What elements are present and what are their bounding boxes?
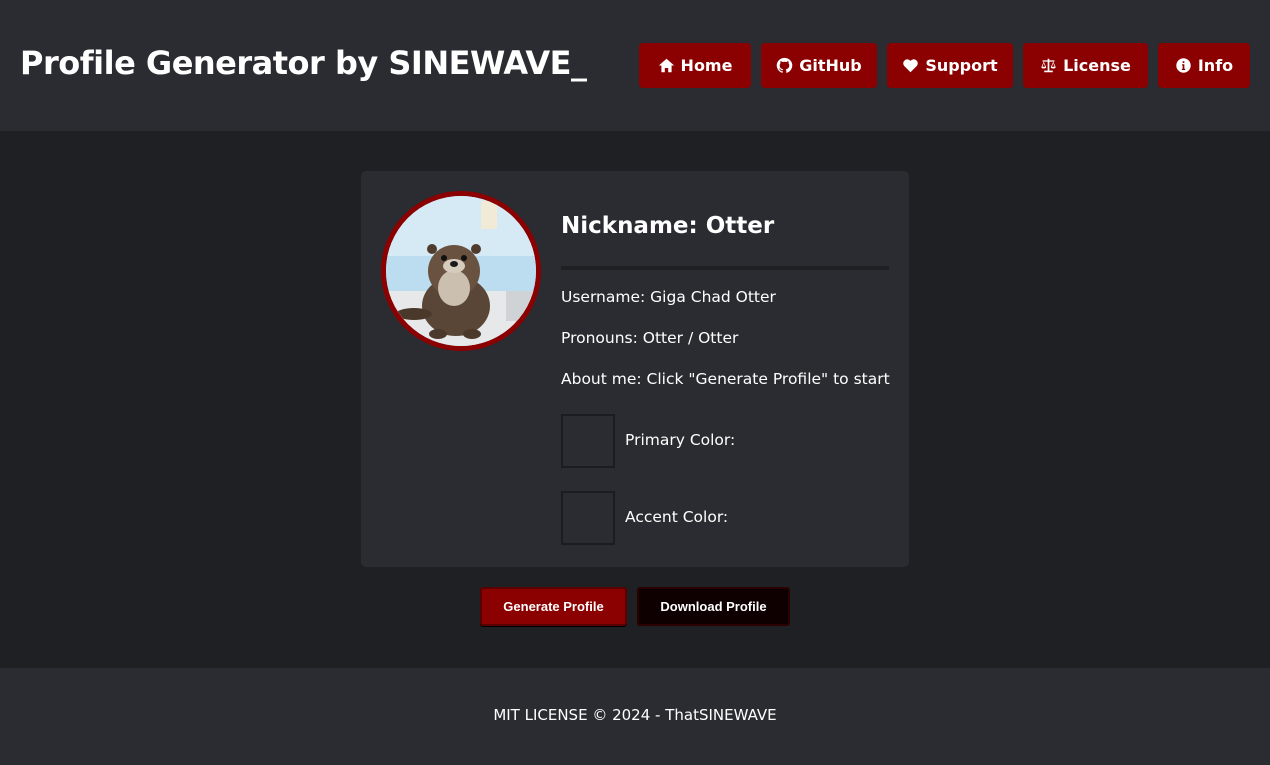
nav-github-label: GitHub [799, 56, 862, 75]
accent-color-swatch [561, 491, 615, 545]
profile-pronouns: Pronouns: Otter / Otter [561, 329, 739, 347]
info-icon [1176, 58, 1191, 73]
home-icon [658, 58, 674, 73]
profile-avatar [381, 191, 541, 351]
accent-color-label: Accent Color: [625, 508, 729, 526]
nav-info-button[interactable]: Info [1158, 43, 1250, 88]
nav-info-label: Info [1197, 56, 1234, 75]
site-title: Profile Generator by SINEWAVE_ [20, 44, 587, 82]
nav-license-button[interactable]: License [1023, 43, 1148, 88]
heart-icon [903, 59, 919, 73]
nav-license-label: License [1063, 56, 1131, 75]
nav-home-label: Home [680, 56, 733, 75]
profile-divider [561, 266, 889, 270]
main-content: Nickname: Otter Username: Giga Chad Otte… [0, 131, 1270, 668]
profile-nickname: Nickname: Otter [561, 213, 775, 239]
scale-icon [1041, 58, 1056, 73]
site-footer: MIT LICENSE © 2024 - ThatSINEWAVE [0, 668, 1270, 765]
github-icon [776, 57, 793, 73]
nav-support-button[interactable]: Support [887, 43, 1013, 88]
primary-color-swatch [561, 414, 615, 468]
nav-support-label: Support [925, 56, 998, 75]
otter-avatar-image [386, 196, 536, 346]
profile-about: About me: Click "Generate Profile" to st… [561, 370, 890, 388]
footer-copyright: MIT LICENSE © 2024 - ThatSINEWAVE [493, 706, 777, 724]
profile-card: Nickname: Otter Username: Giga Chad Otte… [361, 171, 909, 567]
download-profile-button[interactable]: Download Profile [637, 587, 790, 626]
nav-github-button[interactable]: GitHub [761, 43, 877, 88]
nav-home-button[interactable]: Home [639, 43, 751, 88]
profile-username: Username: Giga Chad Otter [561, 288, 776, 306]
site-header: Profile Generator by SINEWAVE_ Home GitH… [0, 0, 1270, 131]
primary-color-label: Primary Color: [625, 431, 736, 449]
generate-profile-button[interactable]: Generate Profile [480, 587, 627, 626]
